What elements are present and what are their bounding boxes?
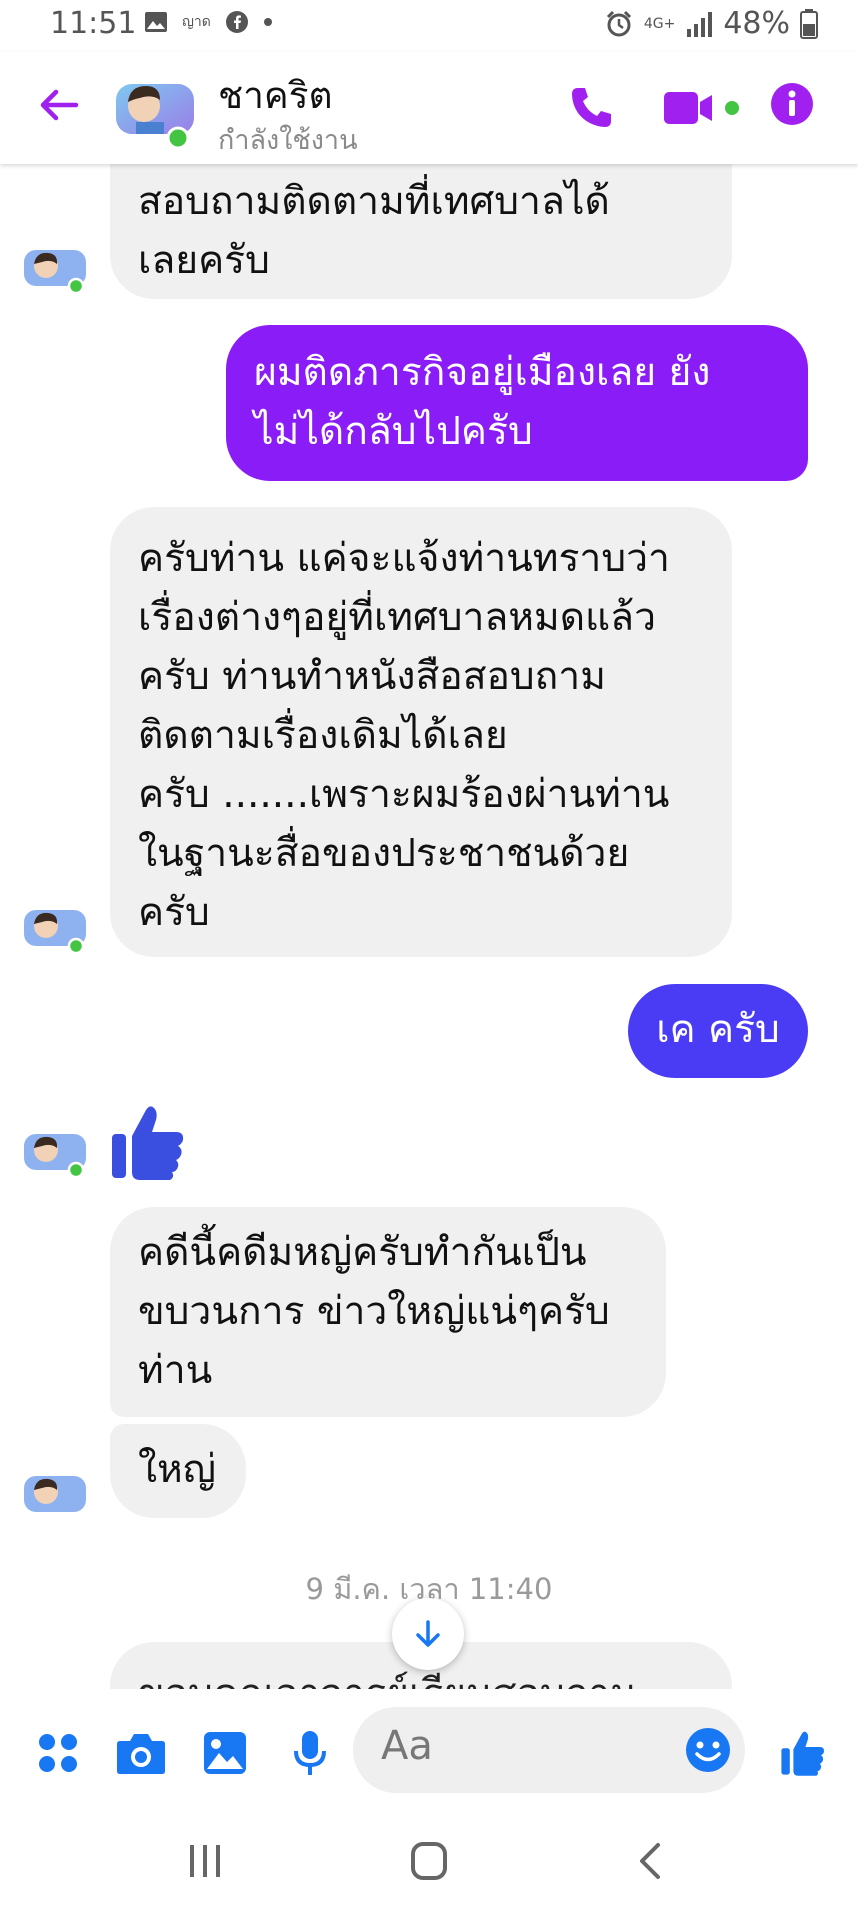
carrier-label: ญาด: [182, 14, 211, 30]
home-icon[interactable]: [410, 1841, 448, 1881]
message-line: ติดตามเรื่องเดิมได้เลย: [138, 713, 508, 758]
message-line: ไม่ได้กลับไปครับ: [254, 409, 533, 454]
signal-icon: [687, 11, 713, 37]
microphone-icon[interactable]: [292, 1729, 328, 1777]
sender-avatar[interactable]: [24, 1472, 86, 1520]
recent-apps-icon[interactable]: [188, 1843, 222, 1879]
like-reaction-icon[interactable]: [110, 1102, 186, 1182]
sender-avatar[interactable]: [24, 1130, 86, 1178]
system-navigation-bar: [0, 1819, 858, 1907]
back-nav-icon[interactable]: [636, 1841, 664, 1881]
phone-call-icon[interactable]: [566, 82, 618, 134]
message-line: ครับ: [138, 890, 210, 935]
sender-avatar[interactable]: [24, 246, 86, 294]
message-line: ครับ .......เพราะผมร้องผ่านท่าน: [138, 772, 670, 817]
message-line: ขบวนการ ข่าวใหญ่แน่ๆครับ: [138, 1289, 610, 1334]
battery-percent: 48%: [723, 6, 790, 41]
scroll-to-bottom-button[interactable]: [392, 1598, 464, 1670]
message-line: ใหญ่: [138, 1447, 216, 1492]
gallery-icon[interactable]: [203, 1731, 247, 1775]
message-line: ท่าน: [138, 1348, 213, 1393]
message-line: เค ครับ: [656, 1007, 780, 1052]
status-time: 11:51: [50, 6, 137, 41]
message-line: คดีนี้คดีมหญ่ครับทำกันเป็น: [138, 1230, 587, 1275]
message-line: ในฐานะสื่อของประชาชนด้วย: [138, 831, 630, 876]
message-list[interactable]: สอบถามติดตามที่เทศบาลได้ เลยครับ ผมติดภา…: [0, 164, 858, 1689]
message-line: สอบถามติดตามที่เทศบาลได้: [138, 179, 610, 224]
alarm-icon: [606, 10, 631, 36]
contact-name[interactable]: ชาคริต: [218, 66, 333, 125]
facebook-icon: [225, 11, 248, 33]
arrow-down-icon: [416, 1620, 440, 1647]
apps-grid-icon[interactable]: [38, 1733, 78, 1773]
status-bar: 11:51 ญาด 4G+ 48%: [0, 0, 858, 52]
message-line: เรื่องต่างๆอยู่ที่เทศบาลหมดแล้ว: [138, 595, 656, 640]
message-input[interactable]: Aa: [353, 1707, 745, 1793]
back-arrow-icon[interactable]: [36, 82, 82, 128]
conversation-header: ชาคริต กำลังใช้งาน: [0, 52, 858, 164]
gallery-icon: [145, 12, 167, 32]
dot-icon: [263, 18, 272, 26]
status-right: 4G+ 48%: [604, 6, 818, 41]
battery-icon: [800, 8, 818, 39]
network-type: 4G+: [643, 15, 676, 32]
received-message[interactable]: ครับท่าน แค่จะแจ้งท่านทราบว่า เรื่องต่าง…: [110, 507, 732, 957]
sender-avatar[interactable]: [24, 906, 86, 954]
message-line: ผมติดภารกิจอยู่เมืองเลย ยัง: [254, 350, 711, 395]
video-call-icon[interactable]: [664, 88, 744, 128]
received-message[interactable]: คดีนี้คดีมหญ่ครับทำกันเป็น ขบวนการ ข่าวใ…: [110, 1207, 666, 1417]
contact-active-status: กำลังใช้งาน: [218, 125, 358, 156]
emoji-icon[interactable]: [685, 1727, 731, 1773]
message-line: ครับ ท่านทำหนังสือสอบถาม: [138, 654, 606, 699]
received-message[interactable]: ใหญ่: [110, 1424, 246, 1518]
contact-avatar[interactable]: [116, 72, 194, 150]
like-send-icon[interactable]: [780, 1729, 826, 1777]
camera-icon[interactable]: [116, 1731, 166, 1775]
message-line: เลยครับ: [138, 238, 270, 283]
sent-message[interactable]: ผมติดภารกิจอยู่เมืองเลย ยัง ไม่ได้กลับไป…: [226, 325, 808, 481]
received-message[interactable]: สอบถามติดตามที่เทศบาลได้ เลยครับ: [110, 164, 732, 299]
message-input-placeholder: Aa: [381, 1723, 433, 1769]
message-composer: Aa: [0, 1689, 858, 1819]
sent-message[interactable]: เค ครับ: [628, 984, 808, 1078]
status-notification-icons: ญาด: [144, 10, 273, 34]
message-line: ครับท่าน แค่จะแจ้งท่านทราบว่า: [138, 536, 670, 581]
info-icon[interactable]: [770, 82, 814, 126]
